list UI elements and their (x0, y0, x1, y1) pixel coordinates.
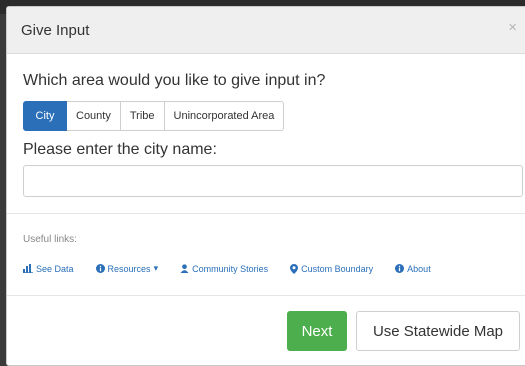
map-marker-icon (290, 263, 299, 274)
link-custom-boundary[interactable]: Custom Boundary (290, 263, 374, 274)
give-input-modal: Give Input × Which area would you like t… (6, 6, 525, 366)
area-question: Which area would you like to give input … (23, 72, 326, 89)
modal-header: Give Input × (7, 7, 525, 54)
next-button[interactable]: Next (287, 311, 347, 351)
useful-links: See Data Resources ▾ Community Stories C… (23, 263, 453, 274)
area-option-county[interactable]: County (67, 101, 121, 131)
link-about[interactable]: About (395, 264, 431, 274)
info-icon (95, 264, 105, 273)
useful-links-heading: Useful links: (23, 234, 77, 245)
city-prompt: Please enter the city name: (23, 141, 217, 158)
city-name-input[interactable] (23, 165, 523, 197)
divider (7, 213, 525, 214)
use-statewide-map-button[interactable]: Use Statewide Map (356, 311, 520, 351)
link-label: See Data (36, 263, 74, 274)
user-icon (180, 264, 189, 273)
area-option-unincorporated[interactable]: Unincorporated Area (164, 101, 285, 131)
modal-title: Give Input (21, 22, 90, 39)
area-option-city[interactable]: City (23, 101, 67, 131)
link-see-data[interactable]: See Data (23, 264, 74, 274)
bar-chart-icon (23, 264, 33, 273)
link-label: Custom Boundary (301, 263, 374, 274)
area-selector: City County Tribe Unincorporated Area (23, 101, 285, 131)
link-label: Resources (107, 263, 151, 274)
link-label: Community Stories (192, 263, 269, 274)
link-resources[interactable]: Resources ▾ (95, 263, 159, 274)
info-icon (395, 264, 405, 273)
link-community-stories[interactable]: Community Stories (180, 264, 268, 274)
divider (7, 295, 525, 296)
close-icon[interactable]: × (508, 19, 517, 36)
chevron-down-icon: ▾ (153, 263, 159, 273)
link-label: About (407, 263, 431, 274)
area-option-tribe[interactable]: Tribe (120, 101, 165, 131)
